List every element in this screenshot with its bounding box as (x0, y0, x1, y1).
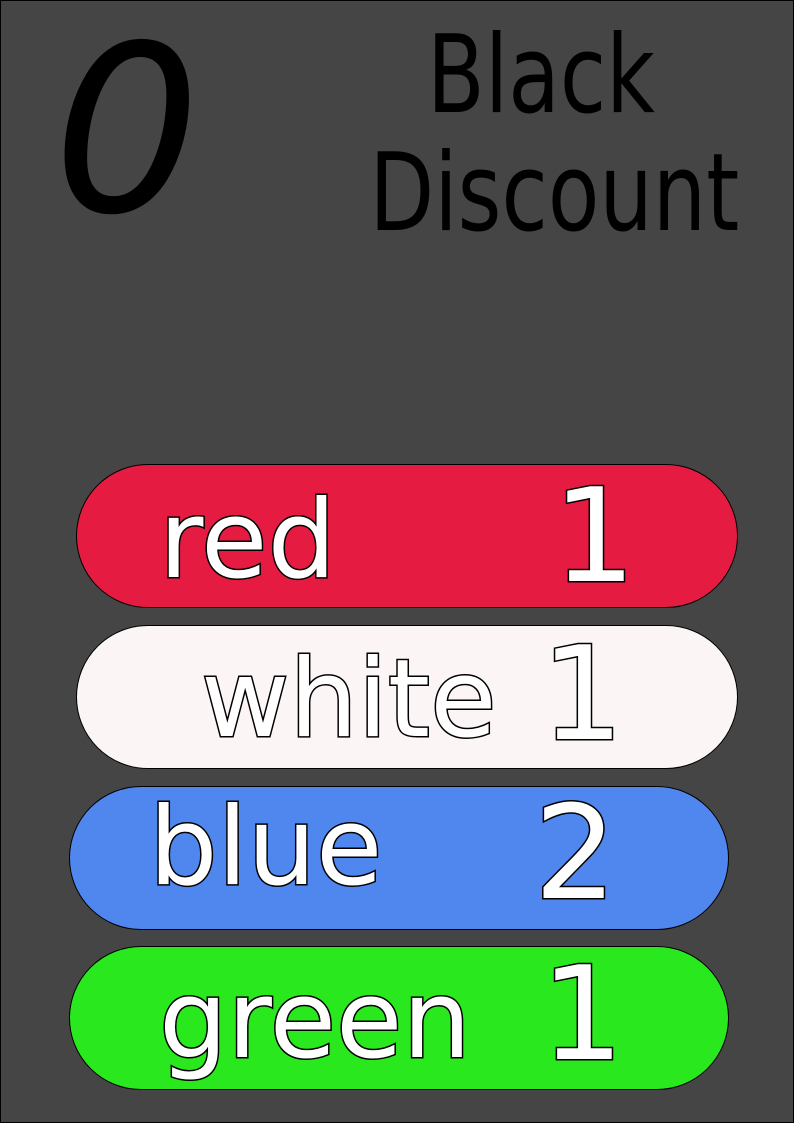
row-green-label: green (158, 958, 473, 1083)
card-title: Black Discount (369, 13, 740, 256)
row-blue-label: blue (147, 785, 383, 910)
row-red-label: red (157, 478, 337, 603)
row-blue-count: 2 (533, 777, 619, 929)
row-green-count: 1 (540, 938, 626, 1090)
card-title-line2: Discount (369, 131, 740, 256)
card-title-line1: Black (427, 13, 655, 138)
row-red-count: 1 (552, 460, 638, 612)
card: 0 Black Discount red 1 white 1 blue 2 gr… (0, 0, 794, 1123)
row-white-count: 1 (540, 618, 626, 770)
card-cost: 0 (53, 0, 201, 266)
row-white-label: white (200, 637, 499, 762)
